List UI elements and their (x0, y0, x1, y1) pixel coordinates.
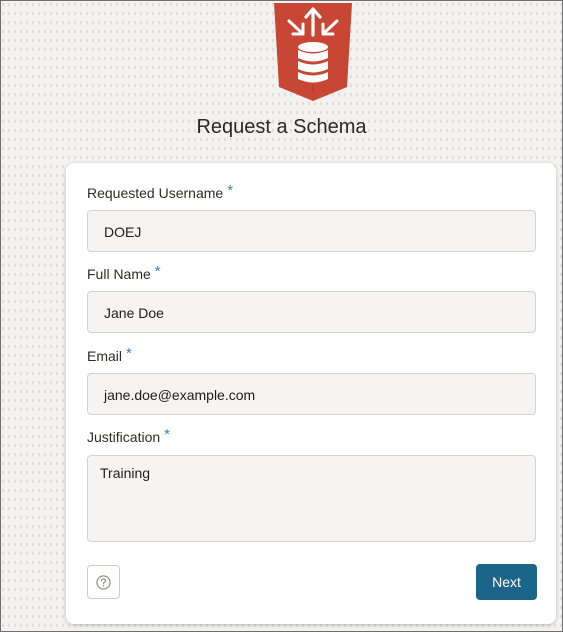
page-title: Request a Schema (196, 116, 367, 138)
required-marker: * (154, 263, 161, 280)
required-marker: * (164, 426, 170, 443)
username-label: Requested Username * (87, 182, 234, 202)
question-circle-icon (96, 575, 111, 590)
database-arrows-shield-icon (274, 3, 352, 101)
required-marker: * (126, 345, 132, 362)
full-name-value: Jane Doe (104, 305, 164, 321)
email-label: Email * (87, 345, 132, 365)
email-label-text: Email (87, 348, 123, 364)
help-button[interactable] (87, 565, 120, 599)
justification-value: Training (100, 465, 151, 481)
full-name-field[interactable]: Jane Doe (87, 291, 536, 333)
full-name-label: Full Name * (87, 263, 161, 283)
justification-textarea[interactable]: Training (87, 455, 536, 542)
request-schema-form: Requested Username * DOEJ Full Name * Jane… (66, 163, 556, 624)
username-label-text: Requested Username (87, 185, 224, 201)
full-name-label-text: Full Name (87, 266, 151, 282)
justification-label: Justification * (87, 426, 170, 446)
justification-label-text: Justification (87, 429, 161, 445)
requested-username-field[interactable]: DOEJ (87, 210, 536, 252)
email-field[interactable]: jane.doe@example.com (87, 373, 536, 415)
required-marker: * (227, 182, 234, 199)
email-value: jane.doe@example.com (104, 387, 256, 403)
requested-username-value: DOEJ (104, 224, 142, 240)
next-button[interactable]: Next (476, 564, 537, 600)
